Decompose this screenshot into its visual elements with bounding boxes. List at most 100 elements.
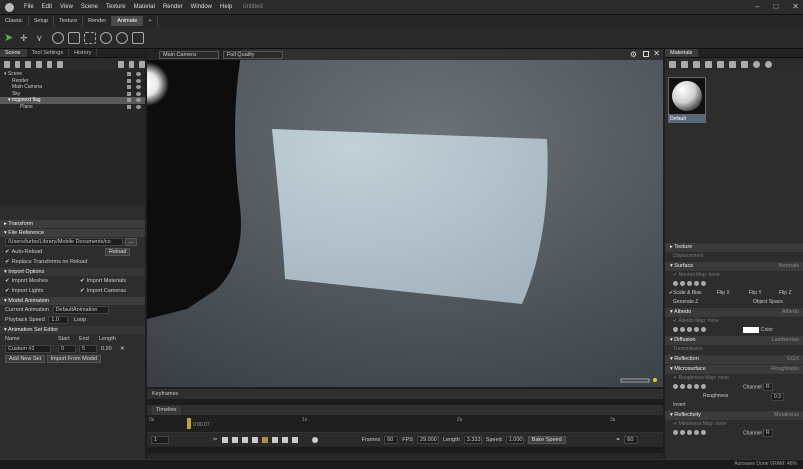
reload-button[interactable]: Reload [105, 248, 131, 256]
close-icon[interactable] [701, 384, 706, 390]
browse-button[interactable]: ... [124, 237, 138, 246]
link-icon[interactable]: ⚭ [616, 437, 621, 443]
section-texture[interactable]: ▸ Texture [665, 243, 803, 252]
displacement-select[interactable]: Displacement [665, 252, 803, 261]
play-pause-icon[interactable] [261, 436, 268, 443]
lock-icon[interactable] [127, 98, 131, 102]
tab-render[interactable]: Render [83, 16, 113, 26]
menu-edit[interactable]: Edit [38, 4, 56, 10]
lock-icon[interactable] [127, 72, 131, 76]
select-arrow-icon[interactable]: ➤ [4, 32, 16, 44]
section-import-options[interactable]: ▾ Import Options [0, 268, 145, 276]
tab-keyframes[interactable]: Keyframes [152, 391, 178, 397]
trash-icon[interactable] [139, 60, 146, 68]
polygon-select-icon[interactable] [132, 31, 144, 44]
gear-icon[interactable] [673, 384, 678, 390]
close-icon[interactable] [701, 281, 706, 287]
section-diffusion[interactable]: ▾ Diffusion Lambertian [665, 336, 803, 345]
tab-tool-settings[interactable]: Tool Settings [27, 49, 70, 57]
duplicate-material-icon[interactable] [693, 60, 700, 68]
import-material-icon[interactable] [705, 60, 712, 68]
close-view-icon[interactable]: ✕ [653, 49, 660, 58]
length-field[interactable]: 3.333 [463, 435, 482, 444]
check-icon[interactable]: ✔ [5, 276, 10, 286]
maximize-icon[interactable]: □ [773, 2, 778, 11]
refresh-icon[interactable] [694, 384, 699, 390]
prev-key-icon[interactable] [241, 436, 248, 443]
refresh-icon[interactable] [694, 327, 699, 333]
first-frame-icon[interactable] [231, 436, 238, 443]
gear-icon[interactable]: ⚙ [630, 50, 637, 59]
rect-select-icon[interactable] [84, 31, 96, 44]
menu-file[interactable]: File [20, 4, 38, 10]
playhead[interactable] [187, 418, 191, 429]
transmission-select[interactable]: Transmission [665, 345, 803, 354]
end-field[interactable]: 60 [624, 435, 639, 444]
close-circle-icon[interactable] [765, 60, 772, 68]
move-icon[interactable]: ✛ [20, 32, 32, 44]
section-anim-set-editor[interactable]: ▾ Animation Set Editor [0, 326, 145, 334]
mesh-icon[interactable] [46, 60, 53, 68]
import-from-model-button[interactable]: Import From Model [46, 354, 102, 363]
anim-start-field[interactable]: 0 [58, 345, 76, 353]
lasso-icon[interactable] [116, 31, 128, 44]
search-icon[interactable] [680, 327, 685, 333]
check-icon[interactable]: ✔ [5, 286, 10, 296]
close-icon[interactable] [701, 430, 706, 436]
section-reflection[interactable]: ▾ Reflection GGX [665, 355, 803, 364]
edit-icon[interactable] [687, 384, 692, 390]
check-icon[interactable]: ✔ [80, 286, 85, 296]
lock-icon[interactable] [127, 104, 131, 109]
tab-classic[interactable]: Classic [0, 16, 29, 26]
gear-icon[interactable] [673, 327, 678, 333]
bake-speed-button[interactable]: Bake Speed [527, 435, 566, 444]
gear-icon[interactable] [673, 281, 678, 287]
duplicate-icon[interactable] [57, 60, 64, 68]
next-frame-icon[interactable] [271, 436, 278, 443]
timeline-scrollbar[interactable] [147, 447, 663, 453]
last-frame-icon[interactable] [291, 436, 298, 443]
material-library-icon[interactable] [681, 60, 688, 68]
check-icon[interactable]: ✔ [5, 247, 10, 257]
channel2-select[interactable]: R [763, 429, 773, 437]
eye-icon[interactable] [136, 91, 141, 96]
group-icon[interactable] [36, 60, 42, 68]
flag-plane[interactable] [272, 129, 548, 304]
speed-field[interactable]: 1.000 [505, 435, 524, 444]
tab-texture[interactable]: Texture [54, 16, 84, 26]
check-icon[interactable]: ✔ [80, 276, 85, 286]
globe-icon[interactable] [52, 31, 64, 44]
frame-field[interactable]: 1 [151, 435, 169, 444]
lock-icon[interactable] [127, 78, 131, 83]
export-material-icon[interactable] [717, 60, 724, 68]
loop-icon[interactable] [221, 436, 228, 443]
refresh-icon[interactable] [694, 281, 699, 287]
tab-scene[interactable]: Scene [0, 49, 27, 57]
edit-icon[interactable] [687, 327, 692, 333]
viewport[interactable] [147, 49, 663, 387]
section-microsurface[interactable]: ▾ Microsurface Roughness [665, 365, 803, 374]
color-swatch[interactable] [743, 326, 759, 333]
camera-icon[interactable] [25, 60, 32, 68]
menu-view[interactable]: View [56, 4, 77, 10]
folder-icon[interactable] [118, 60, 124, 68]
menu-help[interactable]: Help [216, 4, 236, 10]
normal-map-row[interactable]: ✔ Normal Map: none [665, 271, 803, 280]
section-surface[interactable]: ▾ Surface Normals [665, 262, 803, 271]
menu-material[interactable]: Material [130, 4, 159, 10]
tab-history[interactable]: History [69, 49, 98, 57]
menu-texture[interactable]: Texture [102, 4, 130, 10]
current-animation-select[interactable]: DefaultAnimation [52, 305, 109, 314]
close-icon[interactable] [701, 327, 706, 333]
section-transform[interactable]: ▸ Transform [0, 220, 145, 228]
circle-select-icon[interactable] [100, 31, 112, 44]
delete-icon[interactable]: ✕ [120, 344, 125, 354]
transform-icon[interactable]: ⋎ [36, 32, 48, 44]
copy-material-icon[interactable] [741, 60, 748, 68]
prev-frame-icon[interactable] [251, 436, 258, 443]
tab-animate[interactable]: Animate [112, 16, 144, 26]
timeline-ruler[interactable]: 0s 1s 2s 3s 0:00.07 [147, 415, 663, 433]
eye-icon[interactable] [136, 72, 141, 76]
maximize-view-icon[interactable] [643, 51, 649, 57]
albedo-map-row[interactable]: ✔ Albedo Map: none [665, 317, 803, 326]
